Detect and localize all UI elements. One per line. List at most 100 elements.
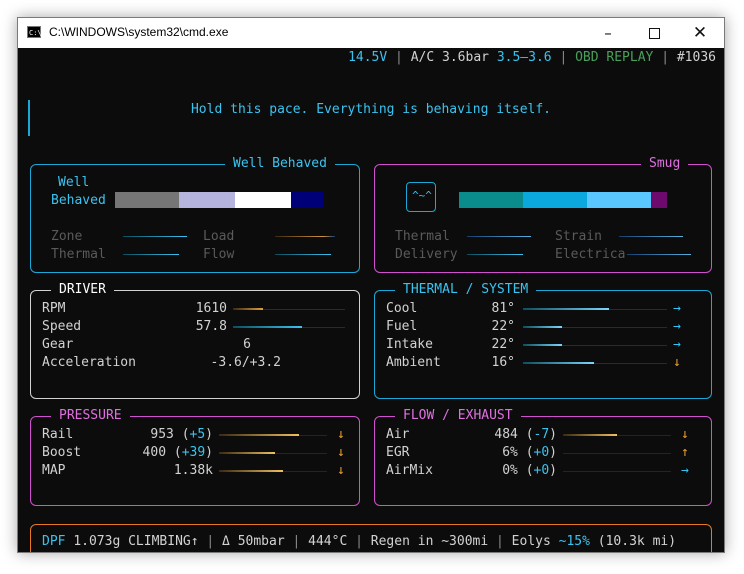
- eolys-range: (10.3k mi): [597, 534, 677, 549]
- meter-label: Thermal: [51, 247, 106, 262]
- trend-arrow-icon: ↓: [673, 355, 681, 370]
- panel-title: THERMAL / SYSTEM: [395, 282, 537, 298]
- pressure-panel: PRESSURE Rail 953 (+5) ↓ Boost 400 (+39) ↓ MAP…: [30, 408, 360, 506]
- row-value: 57.8: [195, 319, 227, 334]
- footer-line: DPF 1.073g CLIMBING↑ | Δ 50mbar | 444°C …: [42, 534, 677, 549]
- strip-segment: [115, 192, 179, 208]
- row-value: 16°: [491, 355, 515, 370]
- trend-arrow-icon: ↓: [337, 445, 345, 460]
- row-value: 6: [243, 337, 251, 352]
- delta-close: ): [549, 427, 557, 442]
- meter-fill: [233, 326, 302, 328]
- row-reading: 400 (+39): [91, 445, 213, 461]
- row-value: 0%: [502, 463, 518, 478]
- row-value: 1.38k: [173, 463, 213, 478]
- dpf-value: 1.073g: [73, 534, 121, 549]
- row-label: Gear: [42, 337, 74, 352]
- row-reading: 0% (+0): [435, 463, 557, 479]
- maximize-button[interactable]: [631, 18, 677, 48]
- terminal-output: 14.5V | A/C 3.6bar 3.5–3.6 | OBD REPLAY …: [18, 48, 724, 552]
- delta-open: (: [525, 445, 534, 460]
- delta-close: ): [549, 445, 557, 460]
- meter-fill: [219, 452, 275, 454]
- window-title: C:\WINDOWS\system32\cmd.exe: [49, 25, 229, 39]
- row-label: Fuel: [386, 319, 418, 334]
- row-delta: +5: [189, 427, 206, 442]
- flow-panel: FLOW / EXHAUST Air 484 (-7) ↓ EGR 6% (+0) ↑ Ai…: [374, 408, 712, 506]
- status-line: 14.5V | A/C 3.6bar 3.5–3.6 | OBD REPLAY …: [348, 50, 716, 65]
- meter-bar: [467, 236, 531, 237]
- trend-arrow-icon: ↓: [337, 427, 345, 442]
- row-value: 22°: [491, 319, 515, 334]
- voltage: 14.5V: [348, 50, 388, 65]
- footer-panel: DPF 1.073g CLIMBING↑ | Δ 50mbar | 444°C …: [30, 524, 712, 552]
- delta-close: ): [205, 427, 213, 442]
- meter-label: Delivery: [395, 247, 458, 262]
- row-label: Air: [386, 427, 410, 442]
- row-label: Speed: [42, 319, 82, 334]
- meter-bar: [275, 236, 335, 237]
- strip-segment: [651, 192, 667, 208]
- row-delta: +0: [533, 463, 550, 478]
- row-reading: 1.38k: [91, 463, 213, 479]
- row-label: AirMix: [386, 463, 433, 478]
- meter-track: [563, 453, 671, 454]
- strip-segment: [291, 192, 323, 208]
- trend-arrow-icon: ↑: [681, 445, 689, 460]
- row-delta: +39: [181, 445, 206, 460]
- row-label: Ambient: [386, 355, 441, 370]
- regen-eta: Regen in ~300mi: [370, 534, 489, 549]
- row-reading: 6% (+0): [435, 445, 557, 461]
- panel-title: FLOW / EXHAUST: [395, 408, 521, 424]
- close-button[interactable]: ✕: [677, 18, 723, 48]
- eolys-label: Eolys: [511, 534, 551, 549]
- row-delta: +0: [533, 445, 550, 460]
- title-bar[interactable]: C:\ C:\WINDOWS\system32\cmd.exe – ✕: [18, 18, 724, 48]
- meter-fill: [219, 434, 299, 436]
- meter-label: Load: [203, 229, 235, 244]
- mood-title: Well Behaved: [225, 156, 335, 172]
- row-value: 400: [142, 445, 167, 460]
- trend-arrow-icon: →: [673, 319, 681, 334]
- eolys-percent: ~15%: [558, 534, 590, 549]
- mood-panel-right: Smug ^~^ Thermal Strain Delivery Electri…: [374, 156, 712, 273]
- thermal-panel: THERMAL / SYSTEM Cool 81° → Fuel 22° → Intake 2…: [374, 282, 712, 399]
- row-value: -3.6/+3.2: [210, 355, 281, 370]
- trend-arrow-icon: →: [673, 301, 681, 316]
- delta-open: (: [181, 427, 190, 442]
- row-value: 6%: [502, 445, 518, 460]
- trend-arrow-icon: ↓: [681, 427, 689, 442]
- meter-label: Electrica: [555, 247, 626, 262]
- delta-open: (: [173, 445, 182, 460]
- mood-label: Behaved: [51, 193, 106, 208]
- meter-fill: [523, 326, 562, 328]
- trend-arrow-icon: →: [673, 337, 681, 352]
- minimize-button[interactable]: –: [585, 18, 631, 48]
- row-label: Acceleration: [42, 355, 136, 370]
- delta-open: (: [525, 463, 534, 478]
- meter-fill: [523, 362, 594, 364]
- strip-segment: [459, 192, 523, 208]
- dpf-delta: Δ 50mbar: [222, 534, 285, 549]
- row-label: RPM: [42, 301, 66, 316]
- row-delta: -7: [533, 427, 550, 442]
- meter-bar: [619, 236, 683, 237]
- delta-close: ): [205, 445, 213, 460]
- meter-label: Thermal: [395, 229, 450, 244]
- meter-fill: [219, 470, 283, 472]
- meter-fill: [523, 344, 562, 346]
- strip-segment: [587, 192, 651, 208]
- ac-range: 3.5–3.6: [496, 50, 552, 65]
- row-label: MAP: [42, 463, 66, 478]
- strip-segment: [179, 192, 235, 208]
- dpf-label: DPF: [42, 534, 66, 549]
- panel-title: PRESSURE: [51, 408, 130, 424]
- meter-bar: [123, 254, 179, 255]
- status-message: Hold this pace. Everything is behaving i…: [190, 102, 552, 117]
- close-icon: ✕: [692, 23, 708, 43]
- row-label: Rail: [42, 427, 74, 442]
- trend-arrow-icon: →: [681, 463, 689, 478]
- delta-open: (: [525, 427, 534, 442]
- minimize-icon: –: [604, 24, 612, 42]
- meter-fill: [523, 308, 609, 310]
